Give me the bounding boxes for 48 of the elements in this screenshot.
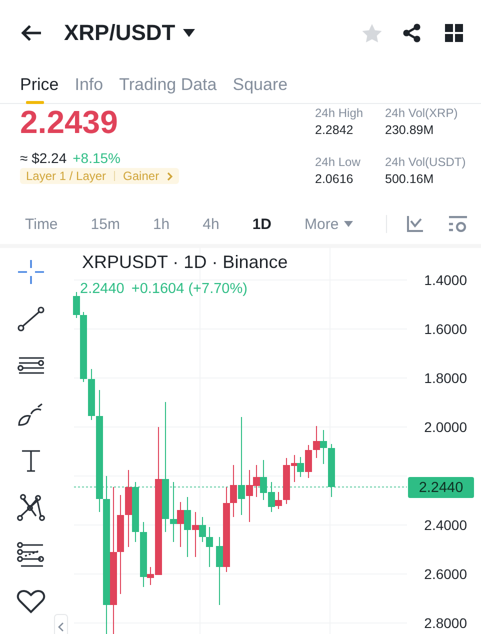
current-price-tag: 2.2440 bbox=[408, 477, 474, 498]
interval-tab[interactable]: More bbox=[294, 212, 363, 236]
stat-label: 24h High bbox=[315, 106, 364, 121]
interval-tab[interactable]: 4h bbox=[192, 212, 230, 236]
stat-value: 2.0616 bbox=[315, 171, 354, 188]
price-axis-label: 1.8000 bbox=[424, 370, 467, 386]
chart-price-change: +0.1604 (+7.70%) bbox=[131, 281, 248, 297]
tab[interactable]: Info bbox=[72, 66, 106, 100]
stat-label: 24h Vol(USDT) bbox=[385, 155, 467, 170]
stat-label: 24h Low bbox=[315, 155, 362, 170]
price-axis-label: 1.6000 bbox=[424, 321, 467, 337]
indicator-settings-icon[interactable] bbox=[449, 216, 467, 232]
last-price: 2.2439 bbox=[20, 104, 119, 140]
category-tag[interactable]: Gainer bbox=[123, 169, 160, 183]
fiat-price: ≈ $2.24 bbox=[20, 150, 67, 166]
share-icon[interactable] bbox=[402, 23, 422, 43]
back-arrow-icon[interactable] bbox=[20, 24, 42, 42]
price-axis-label: 1.4000 bbox=[424, 272, 467, 288]
stat-label: 24h Vol(XRP) bbox=[385, 106, 459, 121]
caret-icon bbox=[344, 221, 353, 227]
price-axis-label: 2.8000 bbox=[424, 615, 467, 631]
interval-tab[interactable]: 1h bbox=[142, 212, 180, 236]
category-tag[interactable]: Layer 1 / Layer bbox=[26, 169, 106, 183]
trend-line-icon[interactable] bbox=[16, 305, 46, 333]
pair-title[interactable]: XRP/USDT bbox=[64, 20, 176, 46]
price-change: +8.15% bbox=[72, 150, 120, 166]
stat-value: 500.16M bbox=[385, 171, 435, 188]
caret-icon[interactable] bbox=[183, 29, 196, 37]
price-range-icon[interactable] bbox=[16, 540, 46, 568]
price-axis-label: 2.6000 bbox=[424, 566, 467, 582]
collapse-handle-icon[interactable] bbox=[54, 614, 68, 634]
chart-style-icon[interactable] bbox=[407, 216, 423, 232]
tab[interactable]: Trading Data bbox=[117, 66, 219, 100]
price-axis-label: 2.0000 bbox=[424, 419, 467, 435]
stat-value: 230.89M bbox=[385, 122, 435, 139]
stat-value: 2.2842 bbox=[315, 122, 354, 139]
interval-tab[interactable]: 1D bbox=[242, 212, 282, 236]
tab[interactable]: Square bbox=[230, 66, 290, 100]
chart-title: XRPUSDT · 1D · Binance bbox=[82, 252, 288, 273]
pattern-icon[interactable] bbox=[16, 493, 46, 521]
star-icon[interactable] bbox=[362, 24, 382, 42]
price-axis-label: 2.4000 bbox=[424, 517, 467, 533]
interval-tab[interactable]: 15m bbox=[80, 212, 130, 236]
heart-icon[interactable] bbox=[16, 587, 46, 615]
grid-icon[interactable] bbox=[445, 24, 463, 42]
chart-last-price: 2.2440 bbox=[80, 281, 124, 297]
interval-tab[interactable]: Time bbox=[15, 212, 68, 236]
crosshair-icon[interactable] bbox=[16, 258, 46, 286]
